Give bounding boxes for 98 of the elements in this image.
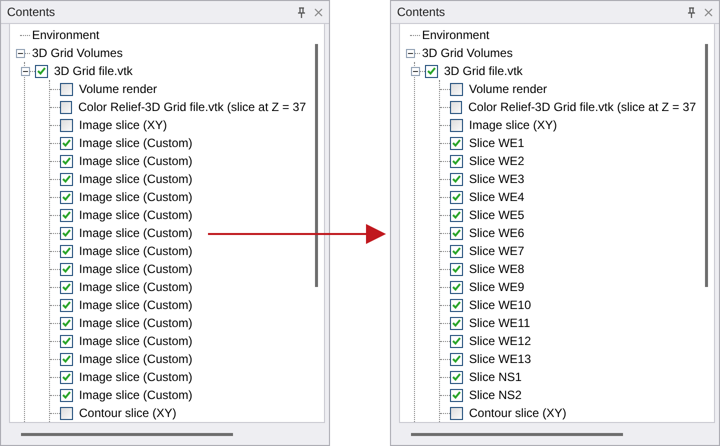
checkbox[interactable] <box>60 208 73 222</box>
checkbox[interactable] <box>450 172 463 186</box>
checkbox[interactable] <box>60 172 73 186</box>
collapse-toggle[interactable] <box>21 66 30 76</box>
collapse-toggle[interactable] <box>406 48 415 58</box>
collapse-toggle[interactable] <box>411 66 420 76</box>
checkbox[interactable] <box>60 190 73 204</box>
checkbox[interactable] <box>450 388 463 402</box>
checkbox[interactable] <box>450 352 463 366</box>
tree-item[interactable]: Color Relief-3D Grid file.vtk (slice at Z = 37 <box>466 100 698 114</box>
tree-item[interactable]: Slice WE10 <box>467 298 534 312</box>
pin-icon[interactable] <box>297 6 306 18</box>
panel-title: Contents <box>397 5 446 19</box>
tree-item[interactable]: Contour slice (XY) <box>467 406 568 420</box>
tree-item[interactable]: Slice WE5 <box>467 208 526 222</box>
checkbox[interactable] <box>60 82 73 96</box>
tree-item[interactable]: 3D Grid Volumes <box>30 46 125 60</box>
tree-item[interactable]: Volume render <box>467 82 550 96</box>
checkbox[interactable] <box>450 118 463 132</box>
checkbox[interactable] <box>450 370 463 384</box>
pin-icon[interactable] <box>687 6 696 18</box>
checkbox[interactable] <box>60 406 73 420</box>
tree-item[interactable]: Image slice (Custom) <box>77 226 194 240</box>
collapse-toggle[interactable] <box>16 48 25 58</box>
tree-item[interactable]: 3D Grid Volumes <box>420 46 515 60</box>
tree-item[interactable]: Slice WE11 <box>467 316 532 330</box>
checkbox[interactable] <box>60 154 73 168</box>
tree-item[interactable]: Image slice (Custom) <box>77 334 194 348</box>
checkbox[interactable] <box>60 352 73 366</box>
checkbox[interactable] <box>450 280 463 294</box>
tree-item[interactable]: Color Relief-3D Grid file.vtk (slice at Z = 37 <box>76 100 308 114</box>
tree-item[interactable]: Slice WE8 <box>467 262 526 276</box>
tree-item[interactable]: 3D Grid file.vtk <box>442 64 525 78</box>
tree-item[interactable]: Image slice (Custom) <box>77 388 194 402</box>
checkbox[interactable] <box>60 244 73 258</box>
tree-item[interactable]: Image slice (Custom) <box>77 370 194 384</box>
tree-item[interactable]: Image slice (Custom) <box>77 316 194 330</box>
checkbox[interactable] <box>450 244 463 258</box>
tree-item[interactable]: Image slice (Custom) <box>77 190 194 204</box>
tree-item[interactable]: Volume render <box>77 82 160 96</box>
tree-item[interactable]: Image slice (Custom) <box>77 298 194 312</box>
tree-item[interactable]: Image slice (XY) <box>77 118 170 132</box>
tree-item[interactable]: Image slice (Custom) <box>77 136 194 150</box>
tree-item[interactable]: 3D Grid file.vtk <box>52 64 135 78</box>
checkbox[interactable] <box>425 64 438 78</box>
checkbox[interactable] <box>450 262 463 276</box>
checkbox[interactable] <box>60 118 73 132</box>
tree-item[interactable]: Slice WE12 <box>467 334 534 348</box>
checkbox[interactable] <box>450 298 463 312</box>
checkbox[interactable] <box>450 154 463 168</box>
tree-item[interactable]: Slice WE9 <box>467 280 526 294</box>
checkbox[interactable] <box>450 334 463 348</box>
checkbox[interactable] <box>60 298 73 312</box>
tree-item[interactable]: Slice WE13 <box>467 352 534 366</box>
tree-item[interactable]: Environment <box>420 28 492 42</box>
tree-item[interactable]: Slice WE4 <box>467 190 526 204</box>
scrollbar-thumb[interactable] <box>411 432 623 436</box>
checkbox[interactable] <box>60 388 73 402</box>
checkbox[interactable] <box>60 370 73 384</box>
checkbox[interactable] <box>450 316 463 330</box>
tree-item[interactable]: Image slice (Custom) <box>77 208 194 222</box>
tree-item[interactable]: Slice WE7 <box>467 244 526 258</box>
tree-item[interactable]: Image slice (Custom) <box>77 154 194 168</box>
checkbox[interactable] <box>60 226 73 240</box>
tree-item[interactable]: Image slice (Custom) <box>77 262 194 276</box>
tree-item[interactable]: Slice WE1 <box>467 136 526 150</box>
close-icon[interactable] <box>704 8 713 16</box>
tree-item[interactable]: Contour slice (XY) <box>77 406 178 420</box>
checkbox[interactable] <box>60 316 73 330</box>
checkbox[interactable] <box>450 226 463 240</box>
tree-item[interactable]: Image slice (Custom) <box>77 280 194 294</box>
checkbox[interactable] <box>450 208 463 222</box>
tree-item[interactable]: Slice WE3 <box>467 172 526 186</box>
tree-item[interactable]: Slice NS1 <box>467 370 524 384</box>
panel-title: Contents <box>7 5 56 19</box>
tree-item[interactable]: Slice WE2 <box>467 154 526 168</box>
checkbox[interactable] <box>450 136 463 150</box>
checkbox[interactable] <box>35 64 48 78</box>
tree-item[interactable]: Image slice (Custom) <box>77 244 194 258</box>
checkbox[interactable] <box>450 82 463 96</box>
close-icon[interactable] <box>314 8 323 16</box>
tree-item[interactable]: Slice NS2 <box>467 388 524 402</box>
checkbox[interactable] <box>450 190 463 204</box>
tree-item[interactable]: Image slice (XY) <box>467 118 560 132</box>
checkbox[interactable] <box>450 100 462 114</box>
scrollbar-thumb[interactable] <box>21 432 233 436</box>
checkbox[interactable] <box>60 136 73 150</box>
checkbox[interactable] <box>60 262 73 276</box>
scrollbar-thumb[interactable] <box>704 44 708 287</box>
tree-item[interactable]: Image slice (Custom) <box>77 352 194 366</box>
checkbox[interactable] <box>450 406 463 420</box>
tree-item[interactable]: Image slice (Custom) <box>77 172 194 186</box>
checkbox[interactable] <box>60 334 73 348</box>
tree-item[interactable]: Environment <box>30 28 102 42</box>
checkbox[interactable] <box>60 100 72 114</box>
checkbox[interactable] <box>60 280 73 294</box>
tree-item[interactable]: Slice WE6 <box>467 226 526 240</box>
scrollbar-thumb[interactable] <box>314 44 318 287</box>
